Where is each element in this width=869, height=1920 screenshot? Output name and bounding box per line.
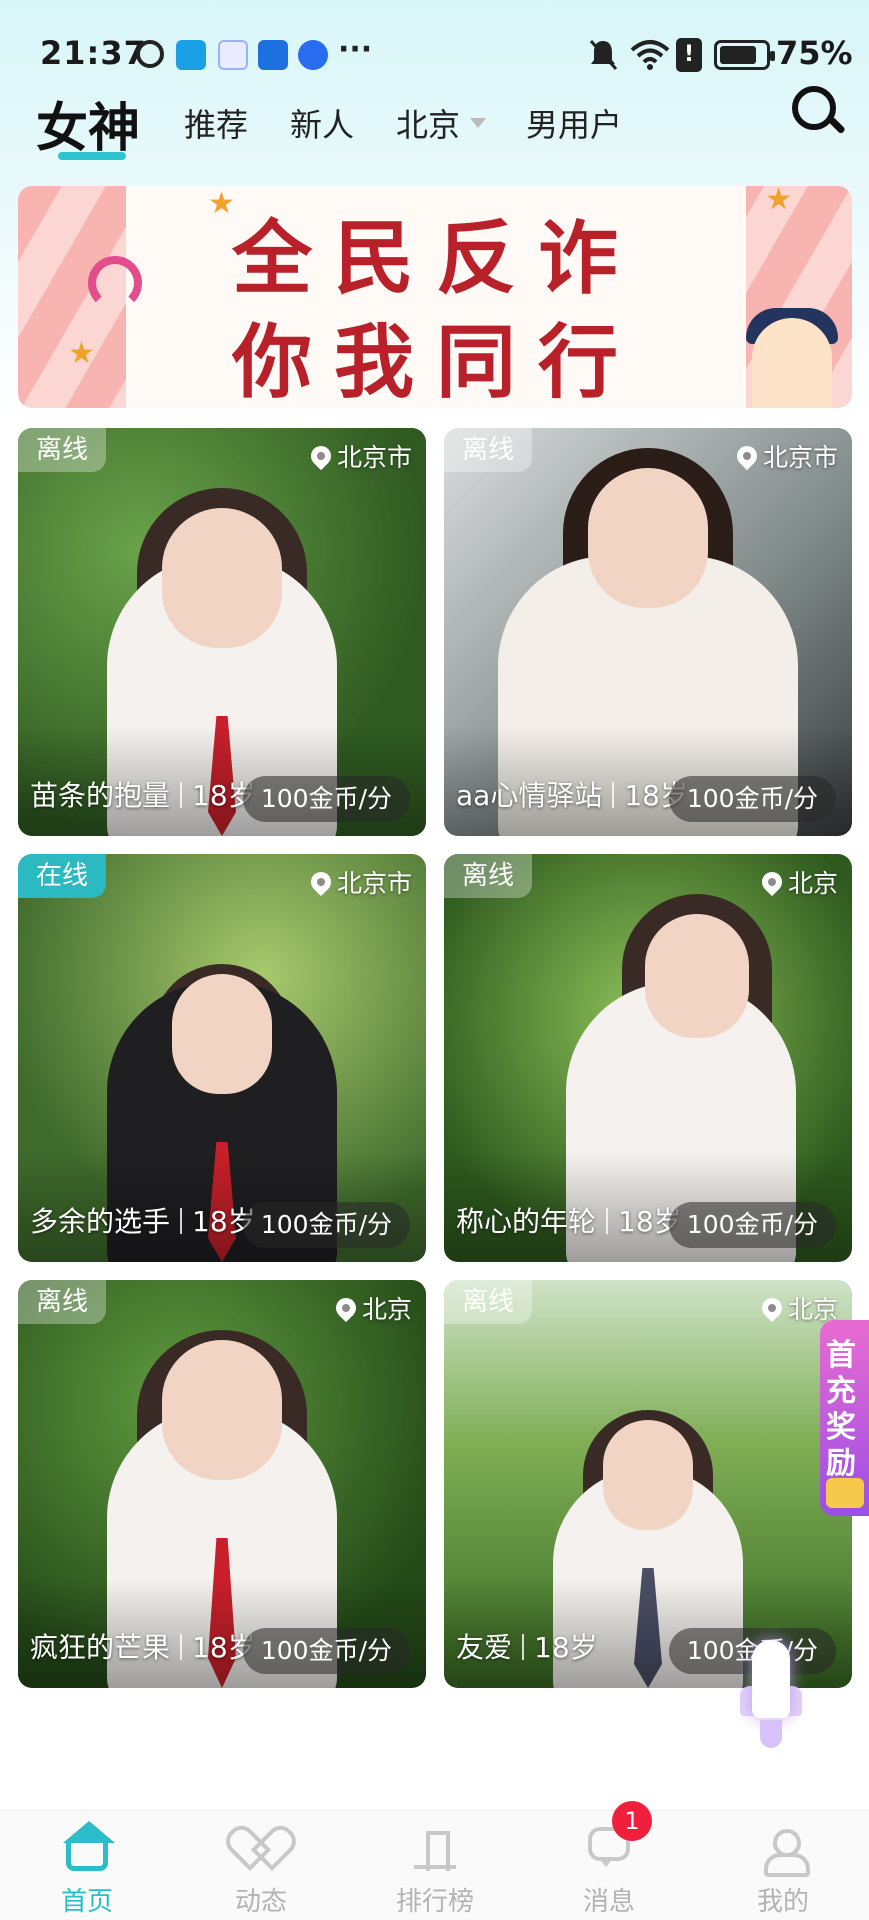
- bottom-nav: 首页 动态 排行榜 消息 1 我的: [0, 1801, 869, 1920]
- status-time: 21:37: [40, 34, 147, 72]
- location-label: 北京: [757, 864, 838, 900]
- nav-item-profile[interactable]: 我的: [728, 1811, 838, 1920]
- location-label: 北京市: [732, 438, 838, 474]
- book-app-icon: [176, 40, 206, 70]
- location-pin-icon: [306, 867, 336, 897]
- back-to-top-rocket-button[interactable]: [740, 1640, 802, 1750]
- nav-label: 我的: [756, 1887, 809, 1917]
- location-label: 北京: [331, 1290, 412, 1326]
- home-icon: [63, 1821, 115, 1871]
- search-button[interactable]: [790, 84, 846, 140]
- location-pin-icon: [331, 1293, 361, 1323]
- vpn-icon: [136, 40, 164, 68]
- nav-item-home[interactable]: 首页: [32, 1811, 142, 1920]
- ai-app-icon: [218, 40, 248, 70]
- user-card[interactable]: 在线 北京市 多余的选手 18岁 100金币/分: [18, 854, 426, 1262]
- price-badge: 100金币/分: [668, 1202, 836, 1248]
- location-label: 北京市: [306, 438, 412, 474]
- price-badge: 100金币/分: [242, 1628, 410, 1674]
- location-pin-icon: [757, 867, 787, 897]
- nav-label: 首页: [60, 1887, 113, 1917]
- user-name-age: 称心的年轮 18岁: [456, 1205, 682, 1238]
- city-dropdown-icon[interactable]: [470, 118, 486, 128]
- status-badge: 离线: [444, 428, 533, 472]
- user-name-age: aa心情驿站 18岁: [456, 779, 688, 812]
- price-badge: 100金币/分: [668, 776, 836, 822]
- rocket-icon: [752, 1640, 790, 1718]
- wifi-icon: [630, 40, 670, 70]
- location-pin-icon: [732, 441, 762, 471]
- nav-label: 排行榜: [395, 1887, 474, 1917]
- tab-goddess[interactable]: 女神: [36, 86, 140, 161]
- status-badge: 离线: [18, 428, 107, 472]
- gift-icon: [826, 1478, 864, 1508]
- status-badge: 离线: [18, 1280, 107, 1324]
- price-badge: 100金币/分: [242, 776, 410, 822]
- star-icon: ★: [68, 336, 95, 371]
- anti-fraud-banner[interactable]: ★ ★ ★ 全民反诈 你我同行: [18, 186, 852, 408]
- user-card[interactable]: 离线 北京市 aa心情驿站 18岁 100金币/分: [444, 428, 852, 836]
- shield-app-icon: [258, 40, 288, 70]
- user-card[interactable]: 离线 北京 疯狂的芒果 18岁 100金币/分: [18, 1280, 426, 1688]
- battery-icon: [714, 40, 775, 70]
- unread-badge: 1: [612, 1801, 652, 1841]
- nav-label: 动态: [234, 1887, 287, 1917]
- tab-city-beijing[interactable]: 北京: [396, 100, 460, 146]
- police-character: [752, 318, 832, 408]
- browser-app-icon: [298, 40, 328, 70]
- first-recharge-reward-tab[interactable]: 首充奖励: [820, 1320, 869, 1516]
- price-badge: 100金币/分: [242, 1202, 410, 1248]
- status-badge: 在线: [18, 854, 107, 898]
- rank-icon: [414, 1827, 456, 1871]
- battery-percent: 75%: [776, 34, 853, 72]
- nav-item-ranking[interactable]: 排行榜: [380, 1811, 490, 1920]
- user-name-age: 友爱 18岁: [456, 1631, 598, 1664]
- reward-label: 首充奖励: [826, 1338, 856, 1481]
- user-name-age: 疯狂的芒果 18岁: [30, 1631, 256, 1664]
- nav-label: 消息: [582, 1887, 635, 1917]
- user-name-age: 苗条的抱量 18岁: [30, 779, 256, 812]
- top-nav: 女神 推荐 新人 北京 男用户: [0, 80, 869, 170]
- location-pin-icon: [757, 1293, 787, 1323]
- location-pin-icon: [306, 441, 336, 471]
- active-tab-indicator: [58, 152, 126, 160]
- banner-title-line2: 你我同行: [232, 315, 640, 408]
- user-card[interactable]: 离线 北京市 苗条的抱量 18岁 100金币/分: [18, 428, 426, 836]
- user-name-age: 多余的选手 18岁: [30, 1205, 256, 1238]
- more-notifications-icon: ···: [338, 32, 373, 67]
- alert-icon: !: [676, 38, 702, 72]
- mute-bell-icon: [589, 40, 618, 70]
- profile-icon: [762, 1827, 810, 1877]
- user-card[interactable]: 离线 北京 友爱 18岁 100金币/分: [444, 1280, 852, 1688]
- tab-recommended[interactable]: 推荐: [184, 100, 248, 146]
- location-label: 北京市: [306, 864, 412, 900]
- tab-male-users[interactable]: 男用户: [526, 100, 622, 146]
- banner-title-line1: 全民反诈: [232, 211, 640, 305]
- star-icon: ★: [765, 186, 792, 217]
- tab-newcomers[interactable]: 新人: [290, 100, 354, 146]
- status-badge: 离线: [444, 1280, 533, 1324]
- nav-item-moments[interactable]: 动态: [206, 1811, 316, 1920]
- heart-icon: [240, 1827, 282, 1869]
- status-badge: 离线: [444, 854, 533, 898]
- user-card[interactable]: 离线 北京 称心的年轮 18岁 100金币/分: [444, 854, 852, 1262]
